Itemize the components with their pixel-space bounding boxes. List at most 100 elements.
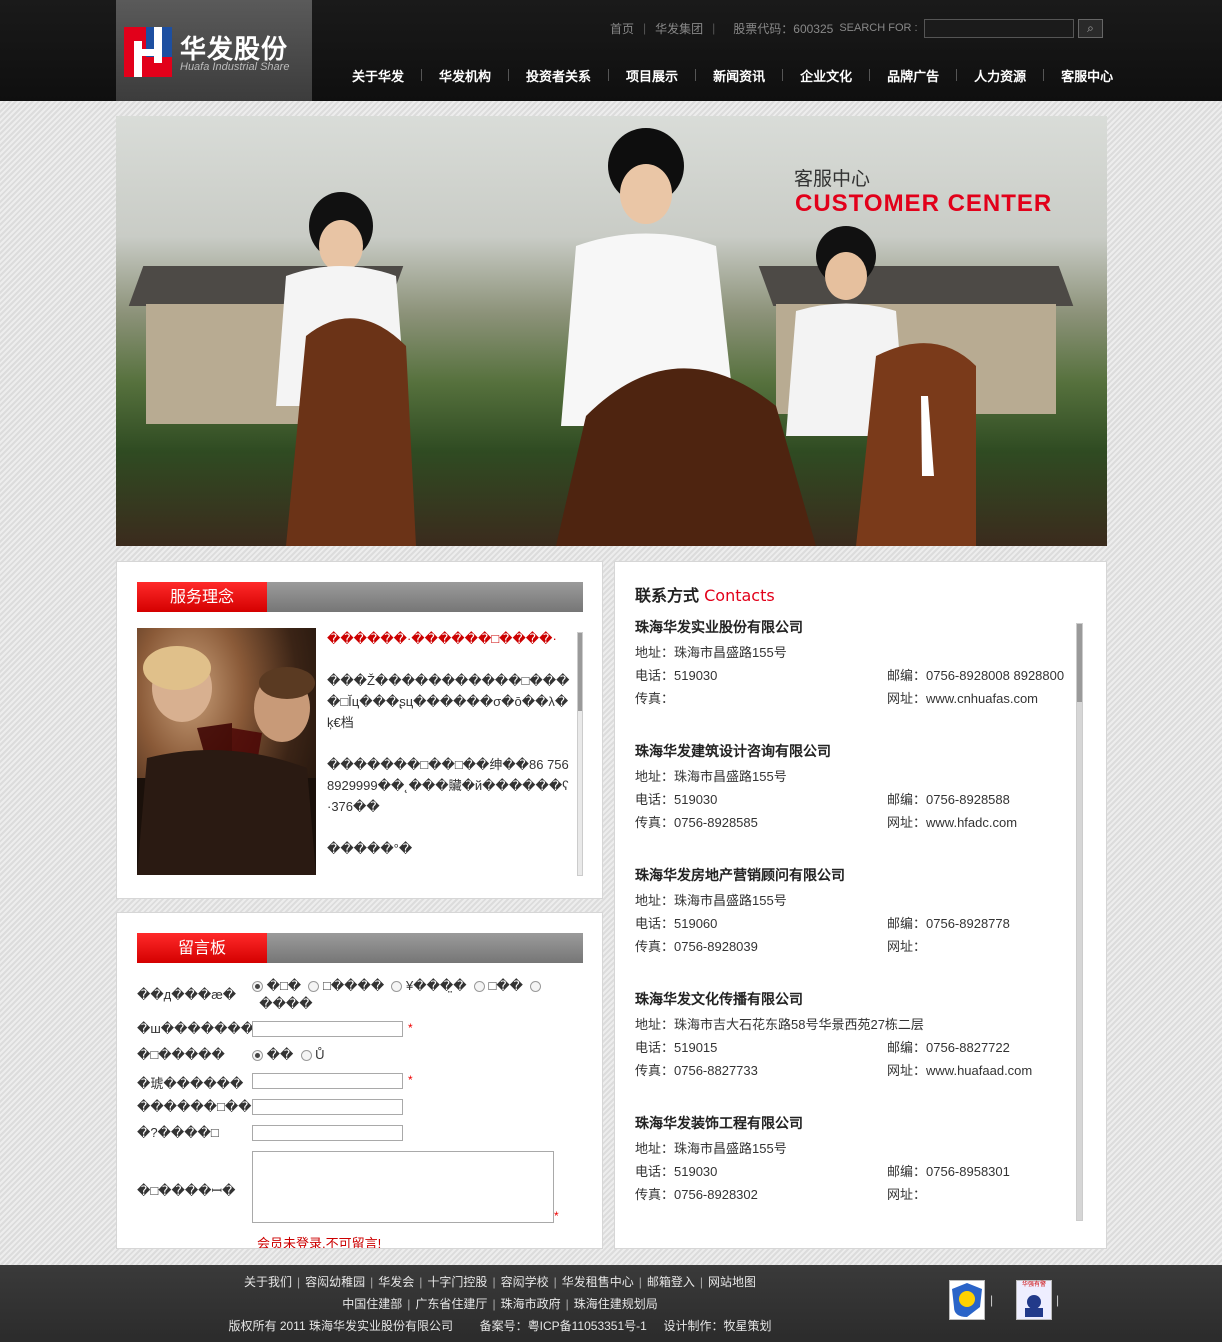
fax-line: 传真：0756-8928302 网址：	[635, 1186, 1075, 1209]
type-radio[interactable]	[391, 981, 403, 993]
divider: |	[419, 1275, 423, 1289]
type-radio[interactable]	[473, 981, 485, 993]
web-label: 网址：	[887, 691, 927, 706]
nav-about[interactable]: 关于华发	[352, 66, 404, 85]
company-address: 珠海市昌盛路155号	[674, 893, 787, 908]
service-scrollbar[interactable]	[577, 632, 583, 876]
guestbook-panel: 留言板 ��д���æ� �□� □���� ¥���̤� □�� ���� �…	[116, 912, 603, 1249]
type-radio[interactable]	[530, 981, 542, 993]
required-mark: *	[408, 1073, 413, 1087]
divider	[956, 69, 958, 81]
address-field[interactable]	[252, 1125, 403, 1141]
gender-option-label: Ů	[315, 1047, 325, 1062]
footer-link[interactable]: 中国住建部	[342, 1297, 402, 1311]
gender-option-label: ��	[266, 1047, 294, 1062]
footer-link[interactable]: 网站地图	[708, 1275, 756, 1289]
footer-link[interactable]: 容闳幼稚园	[305, 1275, 365, 1289]
main-nav: 关于华发 华发机构 投资者关系 项目展示 新闻资讯 企业文化 品牌广告 人力资源…	[352, 66, 1113, 85]
footer-link[interactable]: 珠海住建规划局	[574, 1297, 658, 1311]
login-notice: 会员未登录,不可留言!	[257, 1236, 382, 1249]
divider	[869, 69, 871, 81]
required-mark: *	[408, 1021, 413, 1035]
address-label: 地址：	[635, 893, 675, 908]
search-label: SEARCH FOR :	[839, 22, 918, 34]
search-button[interactable]: ⌕	[1078, 19, 1103, 38]
divider: |	[492, 1275, 496, 1289]
company-web[interactable]: www.cnhuafas.com	[926, 691, 1038, 706]
nav-investors[interactable]: 投资者关系	[526, 66, 591, 85]
phone-field[interactable]	[252, 1073, 403, 1089]
guestbook-heading-bar: 留言板	[137, 933, 583, 963]
nav-customer-center[interactable]: 客服中心	[1061, 66, 1113, 85]
type-option-label: ¥���̤�	[406, 978, 467, 993]
nav-culture[interactable]: 企业文化	[800, 66, 852, 85]
icp-text[interactable]: 备案号：粤ICP备11053351号-1	[480, 1319, 647, 1333]
address-label: 地址：	[635, 769, 675, 784]
nav-projects[interactable]: 项目展示	[626, 66, 678, 85]
company-block: 珠海华发房地产营销顾问有限公司 地址：珠海市昌盛路155号 电话：519060 …	[635, 866, 1075, 990]
footer-link[interactable]: 邮箱登入	[647, 1275, 695, 1289]
type-options: �□� □���� ¥���̤� □�� ����	[252, 977, 592, 1013]
company-address: 珠海市昌盛路155号	[674, 645, 787, 660]
company-name: 珠海华发装饰工程有限公司	[635, 1115, 803, 1131]
nav-hr[interactable]: 人力资源	[974, 66, 1026, 85]
footer-link[interactable]: 容闳学校	[501, 1275, 549, 1289]
group-link[interactable]: 华发集团	[655, 20, 703, 37]
web-label: 网址：	[887, 1063, 927, 1078]
home-link[interactable]: 首页	[610, 20, 634, 37]
phone-line: 电话：519030 邮编：0756-8928008 8928800	[635, 667, 1075, 690]
web-cell: 网址：www.cnhuafas.com	[887, 690, 1038, 708]
gender-radio-female[interactable]	[300, 1050, 312, 1062]
gender-label: �□�����	[137, 1047, 225, 1062]
name-field[interactable]	[252, 1021, 403, 1037]
postcode-cell: 邮编：0756-8928588	[887, 791, 1010, 809]
scrollbar-thumb[interactable]	[1077, 624, 1082, 702]
address-line: 地址：珠海市吉大石花东路58号华景西苑27栋二层	[635, 1016, 1075, 1039]
company-address: 珠海市昌盛路155号	[674, 1141, 787, 1156]
company-web[interactable]: www.huafaad.com	[926, 1063, 1032, 1078]
email-field[interactable]	[252, 1099, 403, 1115]
divider	[1043, 69, 1045, 81]
riders-illustration	[276, 128, 976, 546]
company-name: 珠海华发房地产营销顾问有限公司	[635, 867, 845, 883]
fax-line: 传真：0756-8928039 网址：	[635, 938, 1075, 961]
name-label: �ш�������	[137, 1021, 255, 1036]
postcode-cell: 邮编：0756-8958301	[887, 1163, 1010, 1181]
footer-link[interactable]: 广东省住建厅	[415, 1297, 487, 1311]
company-phone: 519015	[674, 1040, 718, 1055]
service-heading-bar: 服务理念	[137, 582, 583, 612]
divider: |	[1056, 1293, 1060, 1307]
company-web[interactable]: www.hfadc.com	[926, 815, 1017, 830]
nav-brand[interactable]: 品牌广告	[887, 66, 939, 85]
footer-link[interactable]: 华发会	[378, 1275, 414, 1289]
search-input[interactable]	[924, 19, 1074, 38]
web-label: 网址：	[887, 1187, 927, 1202]
alarm-badge[interactable]: 华强有警	[1016, 1280, 1052, 1320]
footer-link[interactable]: 珠海市政府	[501, 1297, 561, 1311]
gender-radio-male[interactable]	[252, 1050, 263, 1062]
hero-banner: 客服中心 CUSTOMER CENTER	[116, 116, 1107, 546]
footer-link[interactable]: 关于我们	[244, 1275, 292, 1289]
message-textarea[interactable]	[252, 1151, 554, 1223]
phone-label: 电话：	[635, 1040, 675, 1055]
type-radio[interactable]	[252, 981, 263, 993]
company-fax: 0756-8928585	[674, 815, 758, 830]
credit-text[interactable]: 设计制作：牧星策划	[664, 1319, 772, 1333]
company-block: 珠海华发装饰工程有限公司 地址：珠海市昌盛路155号 电话：519030 邮编：…	[635, 1114, 1075, 1218]
rider-left	[276, 192, 416, 546]
service-text: ������·������□����· ���Ž�����������□����…	[327, 628, 571, 874]
police-badge[interactable]	[949, 1280, 985, 1320]
phone-line: 电话：519030 邮编：0756-8958301	[635, 1163, 1075, 1186]
gender-options: �� Ů	[252, 1047, 325, 1063]
logo[interactable]: 华发股份 Huafa Industrial Share	[116, 0, 312, 101]
footer-link[interactable]: 十字门控股	[427, 1275, 487, 1289]
footer-link[interactable]: 华发租售中心	[562, 1275, 634, 1289]
nav-organization[interactable]: 华发机构	[439, 66, 491, 85]
footer-copyright-row: 版权所有 2011 珠海华发实业股份有限公司 备案号：粤ICP备11053351…	[0, 1317, 1000, 1334]
nav-news[interactable]: 新闻资讯	[713, 66, 765, 85]
type-radio[interactable]	[308, 981, 320, 993]
scrollbar-thumb[interactable]	[578, 633, 582, 711]
company-list: 珠海华发实业股份有限公司 地址：珠海市昌盛路155号 电话：519030 邮编：…	[635, 618, 1075, 1218]
contacts-scrollbar[interactable]	[1076, 623, 1083, 1221]
address-label: �?����□	[137, 1125, 219, 1140]
